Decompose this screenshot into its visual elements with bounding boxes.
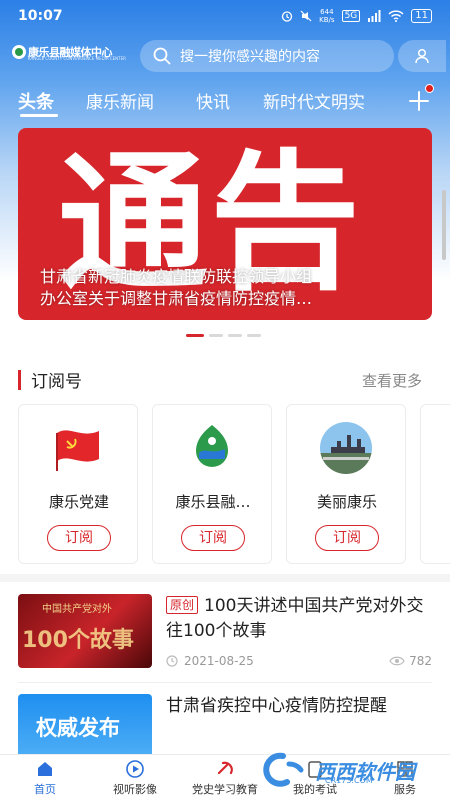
notification-dot — [425, 84, 434, 93]
tab-flash-news[interactable]: 快讯 — [196, 88, 230, 113]
see-more-link[interactable]: 查看更多 — [362, 370, 422, 391]
eye-icon — [389, 656, 405, 666]
original-tag: 原创 — [166, 596, 199, 614]
subscription-name: 康乐县融… — [175, 493, 251, 511]
carousel-dot[interactable] — [228, 334, 242, 337]
tab-civilization[interactable]: 新时代文明实 — [263, 88, 365, 113]
subscription-name: 美丽康乐 — [316, 493, 377, 511]
news-view-count: 782 — [409, 654, 432, 668]
tab-kangle-news[interactable]: 康乐新闻 — [86, 88, 154, 113]
news-separator — [18, 682, 432, 683]
section-accent-bar — [18, 369, 21, 390]
search-placeholder: 搜一搜你感兴趣的内容 — [180, 49, 320, 65]
network-type: 5G — [341, 10, 361, 22]
search-bar[interactable]: 搜一搜你感兴趣的内容 — [140, 40, 394, 72]
section-divider — [0, 574, 450, 582]
subscribe-button[interactable]: 订阅 — [315, 525, 379, 551]
status-icons: 644 KB/s 5G 11 — [281, 8, 432, 24]
user-button[interactable] — [398, 40, 446, 72]
search-icon — [153, 47, 171, 65]
news-title-text: 100天讲述中国共产党对外交往100个故事 — [166, 596, 424, 641]
news-thumbnail: 中国共产党对外 100个故事 — [18, 594, 152, 668]
banner-caption-line-2: 办公室关于调整甘肃省疫情防控疫情… — [40, 289, 313, 308]
logo-mark-icon — [12, 45, 26, 59]
scrollbar[interactable] — [442, 190, 446, 260]
category-tabs: 头条 康乐新闻 快讯 新时代文明实 — [0, 84, 450, 120]
news-views: 782 — [389, 654, 432, 668]
carousel-dot[interactable] — [186, 334, 204, 337]
logo-subtext: KANGLE COUNTY CONVERGENCE MEDIA CENTER — [28, 56, 126, 61]
nav-video[interactable]: 视听影像 — [90, 759, 180, 797]
wifi-icon — [388, 10, 404, 22]
nav-home[interactable]: 首页 — [0, 759, 90, 797]
network-speed: 644 KB/s — [319, 8, 335, 24]
thumbnail-big-text: 100个故事 — [22, 628, 134, 653]
subscription-card[interactable]: 美丽康乐 订阅 — [286, 404, 406, 564]
alarm-icon — [282, 11, 293, 22]
news-title: 甘肃省疾控中心疫情防控提醒 — [166, 696, 387, 716]
mute-icon — [300, 10, 312, 22]
active-tab-indicator — [20, 114, 58, 117]
party-flag-icon — [56, 430, 99, 471]
headline-banner[interactable]: 通告 甘肃省新冠肺炎疫情联防联控领导小组 办公室关于调整甘肃省疫情防控疫情… — [18, 128, 432, 320]
news-title: 原创 100天讲述中国共产党对外交往100个故事 — [166, 594, 434, 644]
subscription-name: 康乐党建 — [48, 493, 109, 511]
status-time: 10:07 — [18, 8, 63, 24]
nav-label: 视听影像 — [113, 783, 157, 796]
news-meta: 2021-08-25 782 — [166, 654, 432, 668]
media-center-logo-icon — [196, 425, 228, 467]
subscriptions-header: 订阅号 — [18, 367, 82, 392]
carousel-indicator — [186, 334, 261, 337]
user-icon — [415, 48, 429, 64]
subscription-card[interactable] — [420, 404, 450, 564]
tabs-scroll: 头条 康乐新闻 快讯 新时代文明实 — [0, 84, 384, 120]
watermark: 西西软件园 CR173.COM — [255, 750, 430, 790]
subscribe-button[interactable]: 订阅 — [47, 525, 111, 551]
city-landmark-icon — [320, 422, 372, 474]
watermark-subtext: CR173.COM — [325, 776, 373, 785]
subscription-card[interactable]: 康乐县融… 订阅 — [152, 404, 272, 564]
status-bar: 10:07 644 KB/s 5G 11 — [0, 0, 450, 32]
watermark-logo-icon — [263, 752, 304, 787]
subscription-card[interactable]: 康乐党建 订阅 — [18, 404, 138, 564]
news-date: 2021-08-25 — [184, 654, 254, 668]
home-icon — [38, 762, 52, 776]
signal-icon — [368, 10, 381, 22]
banner-caption-line-1: 甘肃省新冠肺炎疫情联防联控领导小组 — [40, 267, 313, 286]
subscribe-button[interactable]: 订阅 — [181, 525, 245, 551]
carousel-dot[interactable] — [209, 334, 223, 337]
battery-indicator: 11 — [411, 9, 432, 23]
nav-label: 首页 — [34, 783, 56, 796]
party-emblem-icon — [217, 761, 233, 775]
news-item[interactable]: 中国共产党对外 100个故事 原创 100天讲述中国共产党对外交往100个故事 2… — [18, 594, 432, 668]
subscription-list: 康乐党建 订阅 康乐县融… 订阅 美丽康乐 订阅 — [18, 404, 450, 566]
thumbnail-caption: 中国共产党对外 — [42, 604, 112, 615]
tab-headlines[interactable]: 头条 — [18, 88, 54, 114]
play-icon — [126, 760, 144, 778]
section-title: 订阅号 — [31, 372, 82, 392]
clock-icon — [166, 655, 178, 667]
thumbnail-caption: 权威发布 — [36, 716, 120, 740]
carousel-dot[interactable] — [247, 334, 261, 337]
nav-label: 党史学习教育 — [192, 783, 258, 796]
banner-caption: 甘肃省新冠肺炎疫情联防联控领导小组 办公室关于调整甘肃省疫情防控疫情… — [40, 266, 420, 310]
news-item[interactable]: 权威发布 甘肃省疾控中心疫情防控提醒 — [18, 694, 432, 768]
app-header: 康乐县融媒体中心 KANGLE COUNTY CONVERGENCE MEDIA… — [0, 38, 450, 74]
